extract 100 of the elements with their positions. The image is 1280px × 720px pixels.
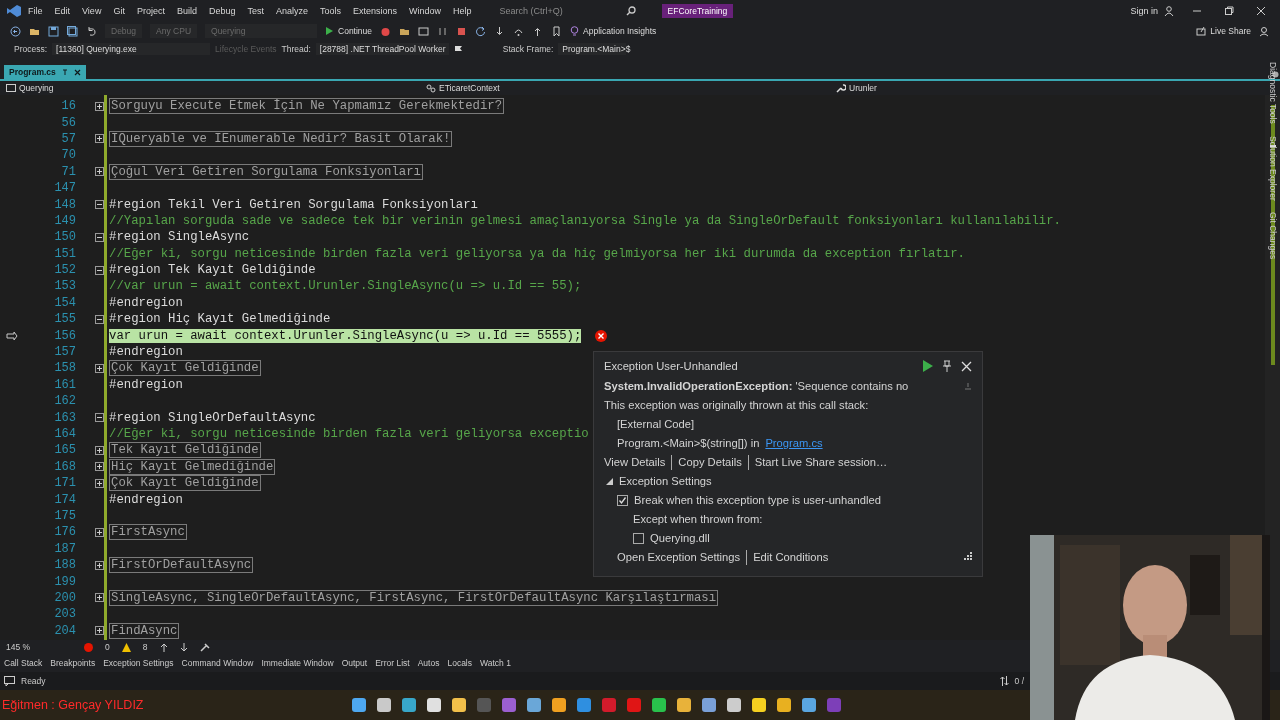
up-arrow-icon[interactable] <box>159 642 168 652</box>
expand-icon[interactable] <box>95 527 104 537</box>
bookmark-icon[interactable] <box>551 25 563 37</box>
project-dropdown[interactable]: Querying <box>19 83 54 93</box>
file-link[interactable]: Program.cs <box>765 437 823 449</box>
menu-item[interactable]: Build <box>170 5 203 16</box>
checkbox[interactable] <box>617 494 628 506</box>
menu-item[interactable]: Tools <box>314 5 348 16</box>
thread-dropdown[interactable]: [28788] .NET ThreadPool Worker <box>315 43 449 55</box>
down-arrow-icon[interactable] <box>179 642 188 652</box>
save-icon[interactable] <box>48 25 59 37</box>
section-toggle-icon[interactable] <box>606 477 613 485</box>
expand-icon[interactable] <box>95 462 104 472</box>
sign-in-link[interactable]: Sign in <box>1130 5 1158 16</box>
process-dropdown[interactable]: [11360] Querying.exe <box>52 43 211 55</box>
collapsed-region[interactable]: FirstAsync <box>109 524 187 541</box>
file-tab[interactable]: Program.cs <box>4 65 86 79</box>
live-share-button[interactable]: Live Share <box>1196 26 1251 36</box>
expand-icon[interactable] <box>95 593 104 603</box>
member-dropdown[interactable]: Urunler <box>849 83 877 93</box>
tool-window-tab[interactable]: Watch 1 <box>480 658 511 668</box>
menu-item[interactable]: Extensions <box>347 5 404 16</box>
expand-icon[interactable] <box>95 626 104 636</box>
code-comment: //Eğer ki, sorgu neticesinde birden fazla veri geliyorsa ya da hiç gelmiyorsa her iki durumda da exception fırlatır. <box>109 246 965 261</box>
restart-icon[interactable] <box>475 25 487 37</box>
collapse-icon[interactable] <box>95 232 104 242</box>
menu-item[interactable]: Window <box>403 5 448 16</box>
hot-reload-icon[interactable] <box>380 25 392 37</box>
stop-icon[interactable] <box>456 25 468 37</box>
tool-window-tab[interactable]: Output <box>341 658 368 668</box>
menu-item[interactable]: Analyze <box>270 5 314 16</box>
action-link[interactable]: Copy Details <box>678 456 742 468</box>
collapsed-region[interactable]: Sorguyu Execute Etmek İçin Ne Yapmamız Gerekmektedir? <box>109 98 505 115</box>
menu-item[interactable]: File <box>22 5 49 16</box>
collapse-icon[interactable] <box>95 413 104 423</box>
line-number: 150 <box>53 230 76 245</box>
continue-button[interactable]: Continue <box>325 26 373 36</box>
restore-icon[interactable] <box>1224 5 1234 16</box>
line-number: 171 <box>53 476 76 491</box>
expand-icon[interactable] <box>95 560 104 570</box>
collapse-icon[interactable] <box>95 314 104 324</box>
tool-window-tab[interactable]: Autos <box>417 658 440 668</box>
expand-icon[interactable] <box>95 445 104 455</box>
collapsed-region[interactable]: Hiç Kayıt Gelmediğinde <box>109 458 276 475</box>
collapsed-region[interactable]: IQueryable ve IEnumerable Nedir? Basit Olarak! <box>109 130 453 147</box>
tool-window-tab[interactable]: Command Window <box>181 658 254 668</box>
line-number: 199 <box>53 574 76 589</box>
action-link[interactable]: View Details <box>604 456 666 468</box>
lightbulb-icon <box>570 25 580 37</box>
resize-grip-icon[interactable] <box>962 552 972 562</box>
menu-item[interactable]: Git <box>107 5 131 16</box>
warning-count[interactable]: 8 <box>142 642 148 652</box>
menu-item[interactable]: Test <box>241 5 270 16</box>
save-all-icon[interactable] <box>67 25 78 37</box>
collapse-icon[interactable] <box>95 200 104 210</box>
menu-item[interactable]: Help <box>447 5 478 16</box>
expand-icon[interactable] <box>95 363 104 373</box>
expand-icon[interactable] <box>95 134 104 144</box>
error-count[interactable]: 0 <box>105 642 110 652</box>
expand-icon[interactable] <box>95 478 104 488</box>
pin-icon[interactable] <box>943 360 951 372</box>
menu-item[interactable]: Project <box>130 5 171 16</box>
feedback-icon[interactable] <box>1259 25 1270 37</box>
type-dropdown[interactable]: ETicaretContext <box>439 83 500 93</box>
zoom-dropdown[interactable]: 145 % <box>6 642 31 652</box>
action-link[interactable]: Open Exception Settings <box>617 551 741 563</box>
collapsed-region[interactable]: Çoğul Veri Getiren Sorgulama Fonksiyonları <box>109 163 423 180</box>
collapsed-region[interactable]: Tek Kayıt Geldiğinde <box>109 442 261 459</box>
expand-icon[interactable] <box>95 101 104 111</box>
action-link[interactable]: Edit Conditions <box>753 551 829 563</box>
flag-icon[interactable] <box>453 44 463 54</box>
checkbox[interactable] <box>633 532 644 544</box>
application-insights-button[interactable]: Application Insights <box>570 25 657 37</box>
tool-window-tab[interactable]: Immediate Window <box>261 658 334 668</box>
action-link[interactable]: Start Live Share session… <box>754 456 888 468</box>
collapsed-region[interactable]: Çok Kayıt Geldiğinde <box>109 360 261 377</box>
share-icon <box>1196 26 1207 36</box>
collapse-icon[interactable] <box>95 265 104 275</box>
tool-window-tab[interactable]: Breakpoints <box>50 658 96 668</box>
continue-icon[interactable] <box>922 360 933 372</box>
menu-item[interactable]: Edit <box>48 5 77 16</box>
search-field[interactable]: Search (Ctrl+Q) <box>497 4 622 17</box>
check-icon <box>618 495 627 505</box>
window-icon[interactable] <box>418 25 430 37</box>
collapsed-region[interactable]: SingleAsync, SingleOrDefaultAsync, FirstAsync, FirstOrDefaultAsync Karşılaştırması <box>109 589 719 606</box>
close-icon[interactable] <box>73 68 81 76</box>
tool-window-tab[interactable]: Locals <box>447 658 472 668</box>
pause-icon[interactable] <box>437 25 449 37</box>
collapsed-region[interactable]: FindAsync <box>109 622 180 639</box>
menu-item[interactable]: View <box>76 5 108 16</box>
expand-icon[interactable] <box>95 167 104 177</box>
collapsed-region[interactable]: FirstOrDefaultAsync <box>109 557 254 574</box>
collapsed-region[interactable]: Çok Kayıt Geldiğinde <box>109 475 261 492</box>
menu-item[interactable]: Debug <box>202 5 242 16</box>
undo-icon[interactable] <box>86 25 97 37</box>
nav-back-icon[interactable] <box>10 25 21 37</box>
tool-window-tab[interactable]: Call Stack <box>4 658 43 668</box>
tool-window-tab[interactable]: Error List <box>375 658 410 668</box>
account-icon[interactable] <box>1164 5 1174 16</box>
tool-window-tab[interactable]: Exception Settings <box>103 658 174 668</box>
